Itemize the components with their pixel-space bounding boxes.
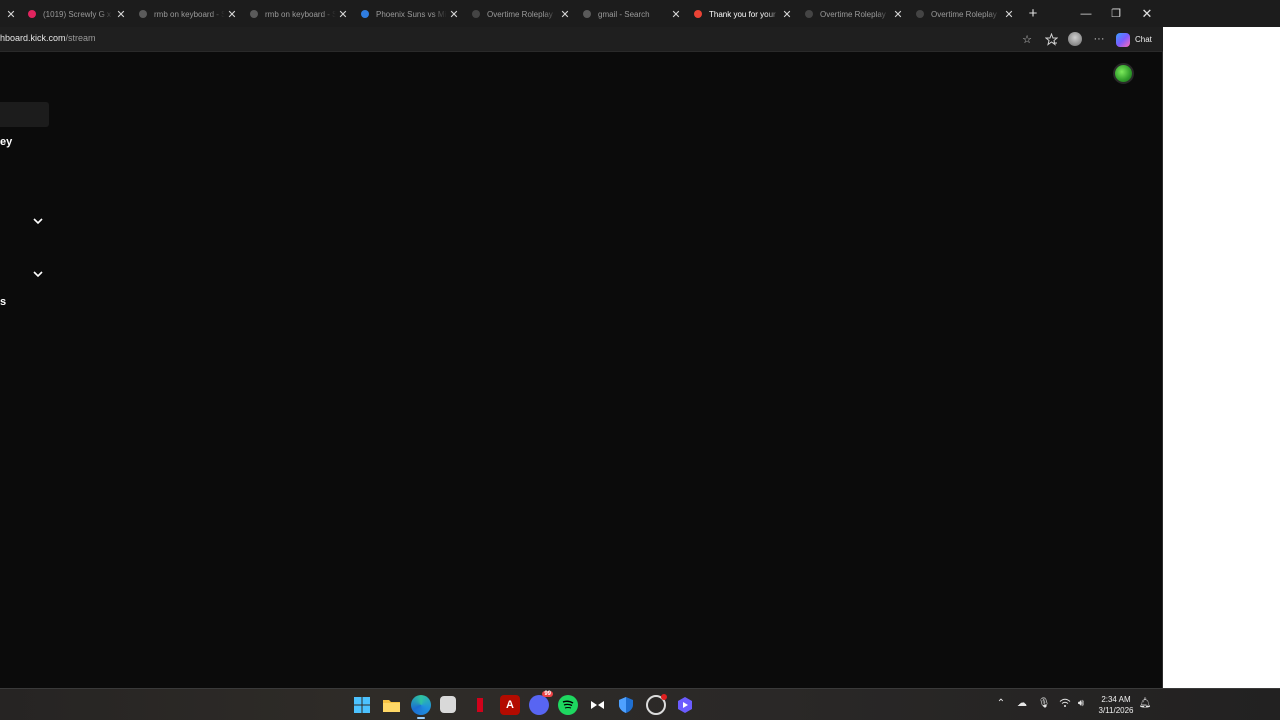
browser-window: ✕ (1019) Screwly G x B ✕ rmb on keyboard… [0,0,1280,688]
onedrive-cloud-icon[interactable]: ☁ [1015,698,1029,709]
clock-time: 2:34 AM [1101,695,1131,704]
copilot-chat-button[interactable]: Chat [1116,31,1152,48]
tab-3[interactable]: rmb on keyboard - S ✕ [244,3,354,25]
spotify-icon[interactable] [558,695,578,715]
new-tab-button[interactable]: + [1018,0,1048,27]
notification-bell-icon[interactable]: 🔔︎ [1138,698,1152,709]
tab-title: Thank you for your [709,9,776,19]
tab-7[interactable]: Thank you for your ✕ [688,3,798,25]
close-icon[interactable]: ✕ [558,8,572,21]
search-icon [583,10,591,18]
clock-date: 3/11/2026 [1098,706,1134,715]
chat-label: Chat [1135,35,1152,44]
tab-4[interactable]: Phoenix Suns vs Mi ✕ [355,3,465,25]
windows-start-icon[interactable] [352,695,372,715]
close-icon[interactable]: ✕ [669,8,683,21]
tab-title: rmb on keyboard - S [265,9,336,19]
tab-1[interactable]: (1019) Screwly G x B ✕ [22,3,132,25]
tab-favicon-icon [28,10,36,18]
profile-icon[interactable] [1067,31,1083,47]
chevron-down-icon[interactable] [32,268,44,280]
tab-title: rmb on keyboard - S [154,9,225,19]
close-icon[interactable]: ✕ [4,8,18,21]
sidebar-item-label[interactable]: s [0,296,6,308]
file-explorer-icon[interactable] [381,695,401,715]
tab-6[interactable]: gmail - Search ✕ [577,3,687,25]
sidebar-item-active[interactable] [0,102,49,127]
bing-icon [361,10,369,18]
globe-icon [472,10,480,18]
tab-title: Phoenix Suns vs Mi [376,9,447,19]
discord-icon[interactable]: 99 [529,691,553,715]
chevron-down-icon[interactable] [32,215,44,227]
tab-8[interactable]: Overtime Roleplay ✕ [799,3,909,25]
search-icon [139,10,147,18]
red-app-icon[interactable] [470,695,490,715]
volume-icon[interactable]: 🔊︎ [1074,698,1088,709]
dashboard-page: ey s [0,53,1162,688]
edge-browser-icon[interactable] [411,695,431,719]
tab-close-partial[interactable]: ✕ [0,3,20,25]
obs-icon[interactable] [646,694,667,715]
restore-button[interactable]: ❐ [1101,0,1131,27]
globe-icon [805,10,813,18]
close-window-button[interactable]: ✕ [1132,0,1162,27]
address-host: hboard.kick.com [0,33,66,43]
system-clock[interactable]: 2:34 AM 3/11/2026 [1095,694,1137,716]
copilot-icon [1116,32,1130,47]
taskbar: A 99 ⌃ ☁ 🎙︎ 🔊︎ 2:34 AM 3/11/2026 🔔︎ [0,688,1280,720]
favorite-star-icon[interactable]: ☆ [1019,31,1035,47]
avatar[interactable] [1113,63,1134,84]
close-icon[interactable]: ✕ [336,8,350,21]
globe-icon [916,10,924,18]
adobe-acrobat-icon[interactable]: A [500,695,520,715]
close-icon[interactable]: ✕ [447,8,461,21]
favorites-icon[interactable] [1043,31,1059,47]
tab-title: gmail - Search [598,9,650,19]
tab-title: (1019) Screwly G x B [43,9,114,19]
security-shield-icon[interactable] [616,695,636,715]
tab-title: Overtime Roleplay [487,9,553,19]
search-icon [250,10,258,18]
tab-9[interactable]: Overtime Roleplay ✕ [910,3,1020,25]
capcut-icon[interactable] [587,695,607,715]
close-icon[interactable]: ✕ [225,8,239,21]
close-icon[interactable]: ✕ [891,8,905,21]
tab-title: Overtime Roleplay [931,9,997,19]
close-icon[interactable]: ✕ [1002,8,1016,21]
media-app-icon[interactable] [675,695,695,715]
microphone-icon[interactable]: 🎙︎ [1037,698,1051,709]
wifi-icon[interactable] [1058,698,1072,711]
gmail-icon [694,10,702,18]
desktop: ✕ (1019) Screwly G x B ✕ rmb on keyboard… [0,0,1280,720]
tab-5[interactable]: Overtime Roleplay ✕ [466,3,576,25]
notepad-icon[interactable] [440,696,456,713]
close-icon[interactable]: ✕ [114,8,128,21]
minimize-button[interactable]: — [1071,0,1101,27]
tab-2[interactable]: rmb on keyboard - S ✕ [133,3,243,25]
show-hidden-icons-chevron-icon[interactable]: ⌃ [994,698,1008,709]
address-path: /stream [65,33,96,43]
tab-title: Overtime Roleplay [820,9,886,19]
address-bar[interactable]: hboard.kick.com/stream [0,33,96,43]
tab-strip: ✕ (1019) Screwly G x B ✕ rmb on keyboard… [0,0,1280,27]
browser-toolbar: hboard.kick.com/stream ☆ ··· Chat [0,27,1163,52]
close-icon[interactable]: ✕ [780,8,794,21]
more-options-icon[interactable]: ··· [1091,31,1107,47]
sidebar-item-label[interactable]: ey [0,136,12,148]
